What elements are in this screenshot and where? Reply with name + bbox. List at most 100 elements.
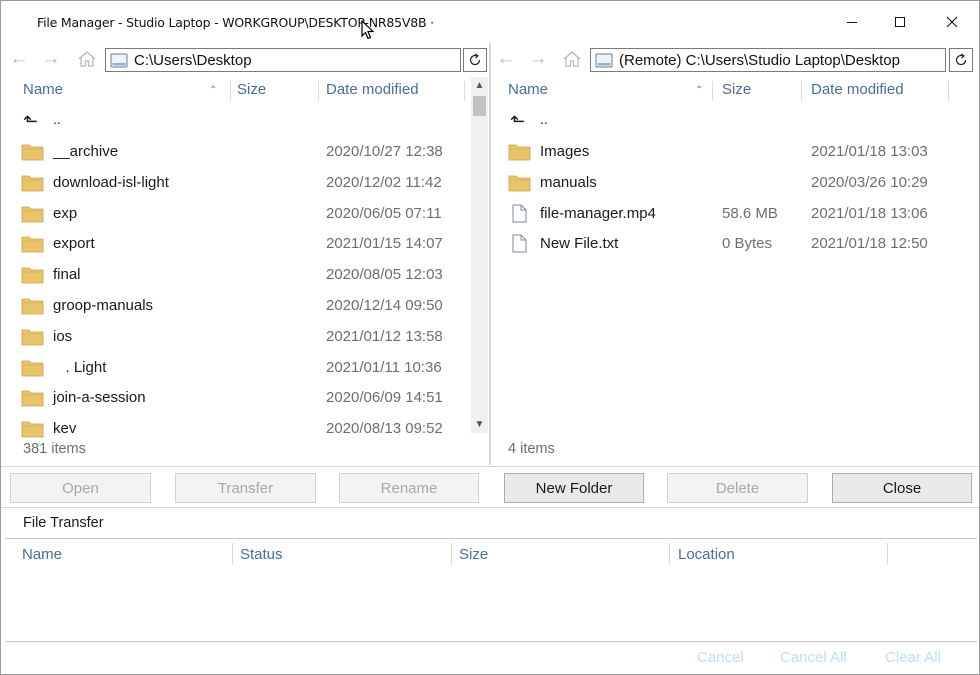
parent-directory-label: .. <box>53 111 61 127</box>
delete-button[interactable]: Delete <box>667 473 808 503</box>
local-path-field[interactable]: C:\Users\Desktop <box>105 48 461 72</box>
list-item[interactable]: file-manager.mp4 58.6 MB 2021/01/18 13:06 <box>492 200 978 231</box>
item-date-modified: 2020/12/14 09:50 <box>326 297 443 314</box>
item-date-modified: 2021/01/18 13:06 <box>811 204 928 222</box>
list-item[interactable]: New File.txt 0 Bytes 2021/01/18 12:50 <box>492 230 978 261</box>
transfer-status-header[interactable]: Status <box>240 546 283 563</box>
forward-button[interactable]: → <box>526 47 550 71</box>
column-date-header[interactable]: Date modified <box>811 81 904 98</box>
folder-icon <box>21 419 44 438</box>
column-size-header[interactable]: Size <box>237 81 266 98</box>
home-button[interactable] <box>560 47 584 71</box>
clear-all-link[interactable]: Clear All <box>885 649 941 666</box>
maximize-button[interactable] <box>877 1 923 43</box>
column-separator[interactable] <box>464 81 465 101</box>
parent-directory-icon: ⬑ <box>510 111 526 131</box>
list-item[interactable]: groop-manuals 2020/12/14 09:50 <box>5 292 489 323</box>
close-button[interactable]: Close <box>832 473 972 503</box>
column-separator[interactable] <box>230 81 231 101</box>
remote-path-text: (Remote) C:\Users\Studio Laptop\Desktop <box>619 52 900 69</box>
column-size-header[interactable]: Size <box>722 81 751 98</box>
home-button[interactable] <box>75 47 99 71</box>
remote-refresh-button[interactable] <box>949 48 973 72</box>
file-icon <box>508 204 531 223</box>
column-name-header[interactable]: Name <box>508 81 548 98</box>
folder-icon <box>21 265 44 284</box>
item-name: groop-manuals <box>53 297 154 314</box>
remote-path-field[interactable]: (Remote) C:\Users\Studio Laptop\Desktop <box>590 48 946 72</box>
item-date-modified: 2020/10/27 12:38 <box>326 143 443 160</box>
column-separator[interactable] <box>801 81 802 101</box>
folder-icon <box>21 173 44 192</box>
transfer-size-header[interactable]: Size <box>459 546 488 563</box>
folder-icon <box>21 327 44 346</box>
back-button[interactable]: ← <box>494 47 518 71</box>
open-button[interactable]: Open <box>10 473 151 503</box>
parent-directory-row[interactable]: ⬑ .. <box>5 107 489 138</box>
arrow-right-icon: → <box>41 48 61 69</box>
list-item[interactable]: export 2021/01/15 14:07 <box>5 230 489 261</box>
minimize-button[interactable] <box>829 1 875 43</box>
column-name-header[interactable]: Name <box>23 81 63 98</box>
scrollbar-thumb[interactable] <box>473 96 486 116</box>
folder-icon <box>21 204 44 223</box>
action-bar: Open Transfer Rename New Folder Delete C… <box>1 466 979 508</box>
cancel-link[interactable]: Cancel <box>697 649 744 666</box>
remote-item-count: 4 items <box>508 441 555 457</box>
item-date-modified: 2020/12/02 11:42 <box>326 173 442 191</box>
transfer-list: Name Status Size Location <box>5 538 977 642</box>
list-item[interactable]: manuals 2020/03/26 10:29 <box>492 169 978 200</box>
drive-icon <box>110 53 128 68</box>
remote-pane: ← → (Remote) C:\Users\Studio Laptop\Desk… <box>492 43 978 465</box>
folder-icon <box>21 388 44 407</box>
list-item[interactable]: exp 2020/06/05 07:11 <box>5 200 489 231</box>
item-date-modified: 2021/01/15 14:07 <box>326 235 443 253</box>
transfer-location-header[interactable]: Location <box>678 546 735 563</box>
scroll-up-button[interactable]: ▲ <box>471 77 488 94</box>
pane-divider[interactable] <box>489 43 491 465</box>
folder-icon <box>21 358 44 377</box>
arrow-left-icon: ← <box>496 48 516 69</box>
column-date-header[interactable]: Date modified <box>326 81 419 98</box>
folder-icon <box>508 142 531 161</box>
file-transfer-label: File Transfer <box>23 515 104 531</box>
parent-directory-label: .. <box>540 111 548 127</box>
back-button[interactable]: ← <box>7 47 31 71</box>
folder-icon <box>508 173 531 192</box>
home-icon <box>78 51 96 67</box>
list-item[interactable]: ios 2021/01/12 13:58 <box>5 323 489 354</box>
cancel-all-link[interactable]: Cancel All <box>780 649 847 666</box>
column-separator[interactable] <box>712 81 713 101</box>
column-separator[interactable] <box>232 543 233 565</box>
item-date-modified: 2020/08/05 12:03 <box>326 266 443 284</box>
list-item[interactable]: join-a-session 2020/06/09 14:51 <box>5 384 489 415</box>
item-name: . Light <box>53 358 107 376</box>
forward-button[interactable]: → <box>39 47 63 71</box>
folder-icon <box>21 296 44 315</box>
local-refresh-button[interactable] <box>463 48 487 72</box>
column-separator[interactable] <box>948 81 949 101</box>
item-size: 0 Bytes <box>722 235 773 253</box>
local-scrollbar[interactable]: ▲ ▼ <box>471 77 488 433</box>
list-item[interactable]: Images 2021/01/18 13:03 <box>492 138 978 169</box>
item-size: 58.6 MB <box>722 204 778 222</box>
column-separator[interactable] <box>318 81 319 101</box>
transfer-name-header[interactable]: Name <box>22 546 62 563</box>
close-window-button[interactable] <box>929 1 975 43</box>
item-date-modified: 2020/08/13 09:52 <box>326 420 443 438</box>
rename-button[interactable]: Rename <box>339 473 479 503</box>
list-item[interactable]: final 2020/08/05 12:03 <box>5 261 489 292</box>
list-item[interactable]: download-isl-light 2020/12/02 11:42 <box>5 169 489 200</box>
list-item[interactable]: __archive 2020/10/27 12:38 <box>5 138 489 169</box>
transfer-button[interactable]: Transfer <box>175 473 316 503</box>
scroll-down-button[interactable]: ▼ <box>471 416 488 433</box>
new-folder-button[interactable]: New Folder <box>504 473 644 503</box>
item-name: export <box>53 235 95 253</box>
column-separator[interactable] <box>669 543 670 565</box>
item-name: exp <box>53 204 78 222</box>
parent-directory-row[interactable]: ⬑ .. <box>492 107 978 138</box>
column-separator[interactable] <box>451 543 452 565</box>
list-item[interactable]: . Light 2021/01/11 10:36 <box>5 354 489 385</box>
column-separator[interactable] <box>887 543 888 565</box>
chevron-up-icon: ▲ <box>474 80 485 91</box>
